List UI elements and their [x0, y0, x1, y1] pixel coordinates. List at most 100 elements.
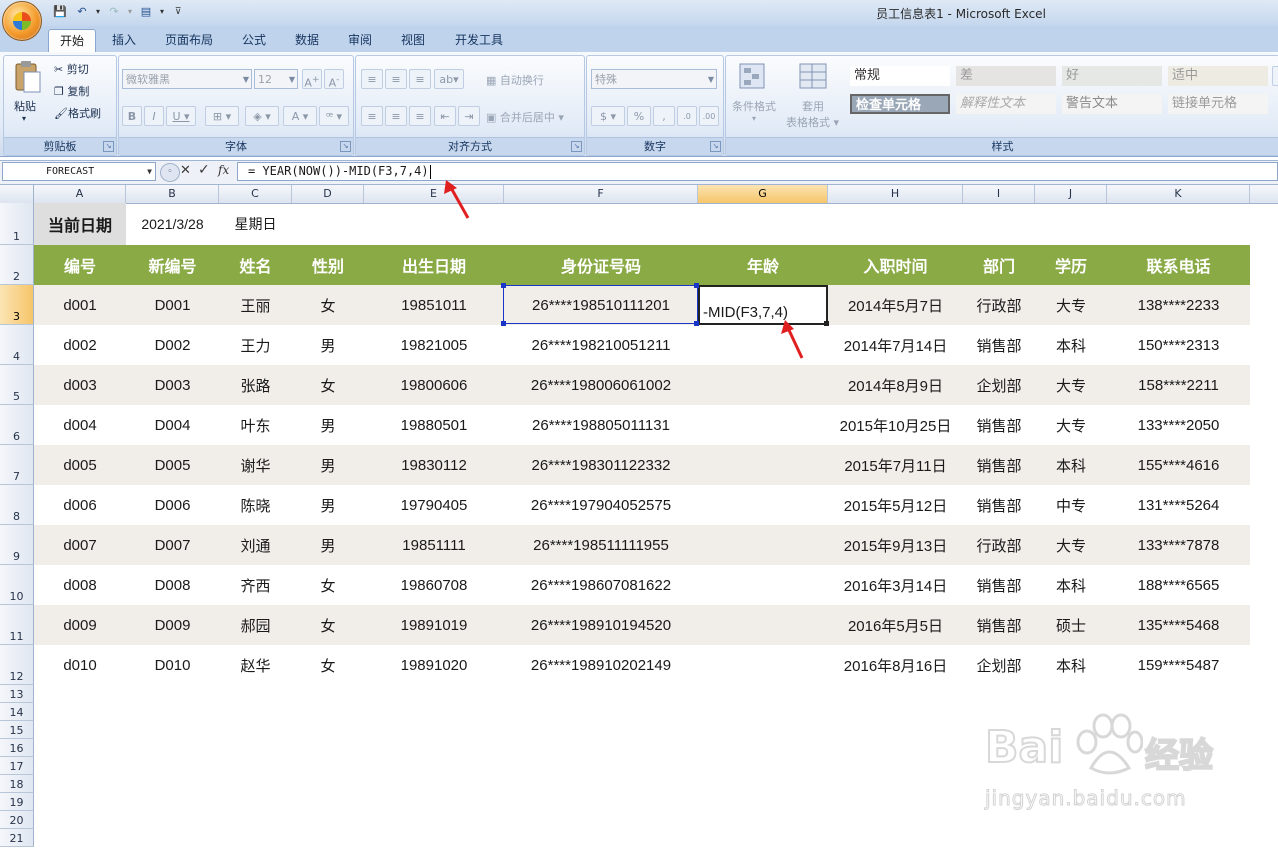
cell-h9[interactable]: 2015年9月13日: [828, 525, 963, 565]
cell-k3[interactable]: 138****2233: [1107, 285, 1250, 325]
row-header-1[interactable]: 1: [0, 203, 34, 245]
cell-a8[interactable]: d006: [34, 485, 126, 525]
insert-function-icon[interactable]: fx: [218, 163, 229, 177]
cell-c8[interactable]: 陈晓: [219, 485, 292, 525]
cell-b5[interactable]: D003: [126, 365, 219, 405]
cell-e6[interactable]: 19880501: [364, 405, 504, 445]
cell-i6[interactable]: 销售部: [963, 405, 1035, 445]
cell-a5[interactable]: d003: [34, 365, 126, 405]
increase-indent-icon[interactable]: ⇥: [458, 106, 480, 126]
orientation-icon[interactable]: ab▾: [434, 69, 464, 89]
cell-c7[interactable]: 谢华: [219, 445, 292, 485]
cell-c3[interactable]: 王丽: [219, 285, 292, 325]
cell-i7[interactable]: 销售部: [963, 445, 1035, 485]
select-all-corner[interactable]: [0, 185, 34, 203]
cell-h8[interactable]: 2015年5月12日: [828, 485, 963, 525]
row-header-5[interactable]: 5: [0, 365, 34, 405]
cell-e11[interactable]: 19891019: [364, 605, 504, 645]
cell-e8[interactable]: 19790405: [364, 485, 504, 525]
cell-j12[interactable]: 本科: [1035, 645, 1107, 685]
cell-i5[interactable]: 企划部: [963, 365, 1035, 405]
align-bottom-icon[interactable]: ≡: [409, 69, 431, 89]
cell-j10[interactable]: 本科: [1035, 565, 1107, 605]
cell-b11[interactable]: D009: [126, 605, 219, 645]
comma-icon[interactable]: ,: [653, 106, 675, 126]
row-header-6[interactable]: 6: [0, 405, 34, 445]
cell-g8[interactable]: [698, 485, 828, 525]
cell-d4[interactable]: 男: [292, 325, 364, 365]
row-header-11[interactable]: 11: [0, 605, 34, 645]
reference-handle[interactable]: [501, 321, 506, 326]
row-header-16[interactable]: 16: [0, 739, 34, 757]
cell-d11[interactable]: 女: [292, 605, 364, 645]
cell-i8[interactable]: 销售部: [963, 485, 1035, 525]
cell-d12[interactable]: 女: [292, 645, 364, 685]
currency-icon[interactable]: $ ▾: [591, 106, 625, 126]
align-left-icon[interactable]: ≡: [361, 106, 383, 126]
number-format-combo[interactable]: 特殊 ▼: [591, 69, 717, 89]
function-dropdown-icon[interactable]: ◦: [160, 163, 180, 182]
column-header-b[interactable]: B: [126, 185, 219, 203]
cell-a3[interactable]: d001: [34, 285, 126, 325]
row-header-2[interactable]: 2: [0, 245, 34, 285]
increase-decimal-icon[interactable]: .0: [677, 106, 697, 126]
cell-j9[interactable]: 大专: [1035, 525, 1107, 565]
style-linked-cell[interactable]: 链接单元格: [1168, 94, 1268, 114]
tab-insert[interactable]: 插入: [102, 29, 146, 51]
tab-data[interactable]: 数据: [285, 29, 329, 51]
format-painter-button[interactable]: 🖌格式刷: [54, 105, 101, 121]
cell-a4[interactable]: d002: [34, 325, 126, 365]
italic-icon[interactable]: I: [144, 106, 164, 126]
style-neutral[interactable]: 适中: [1168, 66, 1268, 86]
style-bad[interactable]: 差: [956, 66, 1056, 86]
cell-f11[interactable]: 26****198910194520: [504, 605, 698, 645]
tab-review[interactable]: 审阅: [338, 29, 382, 51]
fill-handle[interactable]: [824, 321, 829, 326]
cell-b3[interactable]: D001: [126, 285, 219, 325]
cell-g5[interactable]: [698, 365, 828, 405]
paste-button[interactable]: 粘贴: [14, 98, 36, 114]
current-date-cell[interactable]: 2021/3/28: [126, 203, 219, 245]
cell-g7[interactable]: [698, 445, 828, 485]
office-button[interactable]: [2, 1, 42, 41]
cell-k6[interactable]: 133****2050: [1107, 405, 1250, 445]
cell-h4[interactable]: 2014年7月14日: [828, 325, 963, 365]
column-header-a[interactable]: A: [34, 185, 126, 203]
cell-g10[interactable]: [698, 565, 828, 605]
cell-h3[interactable]: 2014年5月7日: [828, 285, 963, 325]
cell-e5[interactable]: 19800606: [364, 365, 504, 405]
row-header-10[interactable]: 10: [0, 565, 34, 605]
cell-f7[interactable]: 26****198301122332: [504, 445, 698, 485]
fill-color-icon[interactable]: ◈ ▾: [245, 106, 279, 126]
cell-k9[interactable]: 133****7878: [1107, 525, 1250, 565]
cell-d8[interactable]: 男: [292, 485, 364, 525]
cell-i12[interactable]: 企划部: [963, 645, 1035, 685]
header-cell-col-k[interactable]: 联系电话: [1107, 245, 1250, 285]
styles-scroll-icon[interactable]: [1272, 66, 1278, 86]
header-cell-col-d[interactable]: 性别: [292, 245, 364, 285]
cell-c6[interactable]: 叶东: [219, 405, 292, 445]
cell-b9[interactable]: D007: [126, 525, 219, 565]
cell-g6[interactable]: [698, 405, 828, 445]
cell-f8[interactable]: 26****197904052575: [504, 485, 698, 525]
clipboard-launcher-icon[interactable]: ↘: [103, 141, 114, 152]
cell-h5[interactable]: 2014年8月9日: [828, 365, 963, 405]
cell-k12[interactable]: 159****5487: [1107, 645, 1250, 685]
cell-h6[interactable]: 2015年10月25日: [828, 405, 963, 445]
cell-j11[interactable]: 硕士: [1035, 605, 1107, 645]
tab-page-layout[interactable]: 页面布局: [156, 29, 222, 51]
cell-e9[interactable]: 19851111: [364, 525, 504, 565]
conditional-format-button[interactable]: 条件格式: [732, 98, 776, 114]
cut-button[interactable]: ✂ 剪切: [54, 61, 89, 77]
cell-b4[interactable]: D002: [126, 325, 219, 365]
cell-j8[interactable]: 中专: [1035, 485, 1107, 525]
tab-formulas[interactable]: 公式: [232, 29, 276, 51]
cell-f10[interactable]: 26****198607081622: [504, 565, 698, 605]
header-cell-col-i[interactable]: 部门: [963, 245, 1035, 285]
tab-view[interactable]: 视图: [391, 29, 435, 51]
cell-e7[interactable]: 19830112: [364, 445, 504, 485]
phonetic-icon[interactable]: ꟹ ▾: [319, 106, 349, 126]
cell-k7[interactable]: 155****4616: [1107, 445, 1250, 485]
row-header-19[interactable]: 19: [0, 793, 34, 811]
cell-k5[interactable]: 158****2211: [1107, 365, 1250, 405]
